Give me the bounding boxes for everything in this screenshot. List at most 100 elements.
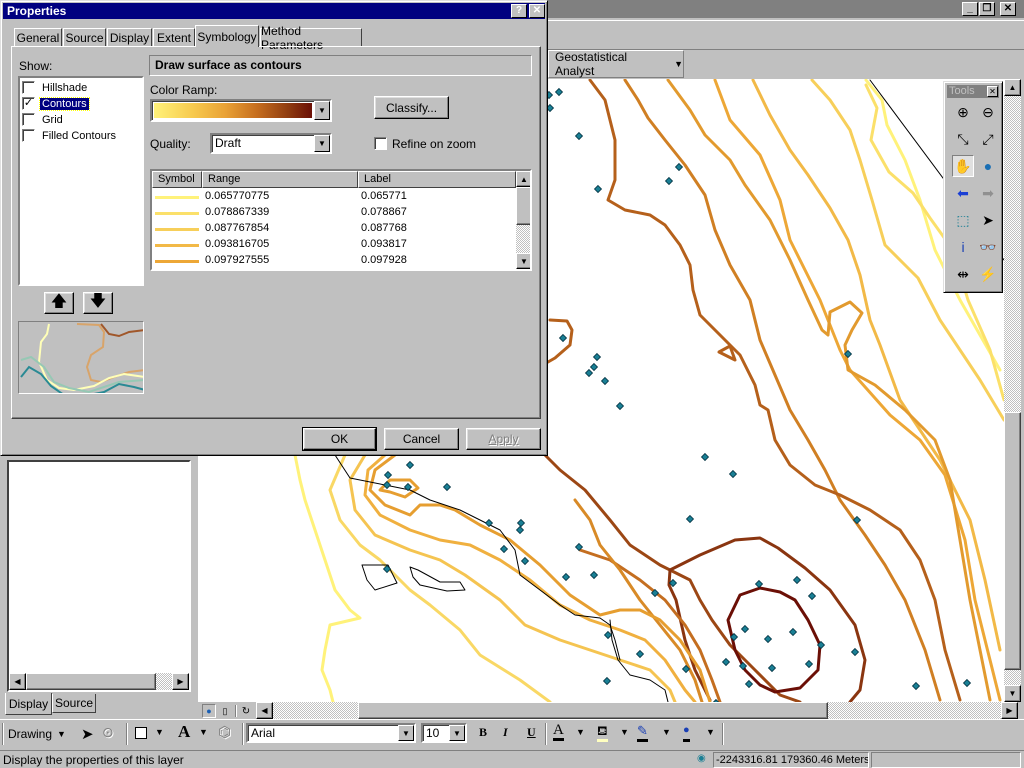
- label-value[interactable]: 0.093817: [361, 238, 407, 250]
- show-item-checkbox[interactable]: [22, 81, 35, 94]
- cancel-button[interactable]: Cancel: [384, 428, 459, 450]
- tab-general[interactable]: General: [14, 28, 62, 47]
- show-item-checkbox[interactable]: [22, 129, 35, 142]
- marker-color-button[interactable]: ●: [683, 722, 690, 742]
- toc-scroll-left-button[interactable]: ◀: [9, 673, 26, 690]
- symbol-swatch[interactable]: [155, 212, 199, 215]
- refresh-button[interactable]: ↻: [239, 704, 253, 718]
- chevron-down-icon[interactable]: ▼: [314, 101, 330, 120]
- map-vertical-scrollbar[interactable]: ▲ ▼: [1004, 79, 1021, 702]
- fixed-zoom-in-tool[interactable]: ⤡: [952, 128, 974, 150]
- edit-vertices-button[interactable]: ⌬: [218, 723, 231, 741]
- symbol-swatch[interactable]: [155, 244, 199, 247]
- label-value[interactable]: 0.097928: [361, 254, 407, 266]
- fill-color-dropdown[interactable]: ▼: [620, 727, 629, 737]
- identify-tool[interactable]: i: [952, 236, 974, 258]
- line-color-dropdown[interactable]: ▼: [662, 727, 671, 737]
- full-extent-globe-tool[interactable]: ●: [977, 155, 999, 177]
- select-elements-tool[interactable]: ➤: [977, 209, 999, 231]
- line-color-button[interactable]: ✎: [637, 722, 648, 742]
- apply-button[interactable]: Apply: [466, 428, 541, 450]
- toc-tab-display[interactable]: Display: [5, 693, 52, 715]
- italic-button[interactable]: I: [503, 725, 508, 740]
- table-vertical-scrollbar[interactable]: ▲ ▼: [516, 171, 530, 269]
- scroll-down-button[interactable]: ▼: [1004, 685, 1021, 702]
- show-item-checkbox[interactable]: [22, 113, 35, 126]
- font-color-button[interactable]: A: [553, 722, 564, 741]
- column-header-symbol[interactable]: Symbol: [152, 171, 202, 188]
- show-item-checkbox[interactable]: ✓: [22, 97, 35, 110]
- table-row[interactable]: 0.093816705 0.093817: [152, 237, 514, 253]
- chevron-down-icon[interactable]: ▼: [398, 725, 414, 741]
- rectangle-tool-dropdown[interactable]: ▼: [155, 727, 164, 737]
- underline-button[interactable]: U: [527, 725, 536, 740]
- zoom-in-tool[interactable]: ⊕: [952, 101, 974, 123]
- show-list[interactable]: Hillshade ✓ Contours Grid Filled Contours: [18, 76, 144, 286]
- quality-select[interactable]: Draft ▼: [210, 133, 332, 154]
- scroll-left-button[interactable]: ◀: [256, 702, 273, 719]
- back-arrow-tool[interactable]: ⬅: [952, 182, 974, 204]
- table-scroll-thumb[interactable]: [516, 187, 530, 225]
- help-button[interactable]: ?: [511, 4, 527, 18]
- toc-horizontal-scrollbar[interactable]: ◀ ▶: [9, 673, 189, 690]
- tools-titlebar[interactable]: Tools ✕: [947, 85, 999, 98]
- dialog-titlebar[interactable]: Properties ? ✕: [3, 3, 545, 19]
- ok-button[interactable]: OK: [302, 427, 377, 451]
- toc-tab-source[interactable]: Source: [52, 694, 96, 713]
- fixed-zoom-out-tool[interactable]: ⤢: [977, 128, 999, 150]
- symbol-swatch[interactable]: [155, 260, 199, 263]
- toc-layer-list[interactable]: ◀ ▶: [7, 460, 191, 692]
- column-header-range[interactable]: Range: [202, 171, 358, 188]
- new-text-button[interactable]: A: [178, 722, 190, 742]
- rectangle-tool-button[interactable]: [135, 727, 147, 739]
- tab-extent[interactable]: Extent: [153, 28, 195, 47]
- select-features-tool[interactable]: ⬚: [952, 209, 974, 231]
- column-header-label[interactable]: Label: [358, 171, 516, 188]
- classification-table[interactable]: Symbol Range Label 0.065770775 0.065771 0.…: [150, 169, 532, 271]
- show-item[interactable]: Filled Contours: [22, 128, 118, 143]
- chevron-down-icon[interactable]: ▼: [449, 725, 465, 741]
- show-item[interactable]: ✓ Contours: [22, 96, 90, 111]
- fill-color-button[interactable]: ⛾: [597, 722, 608, 742]
- refine-on-zoom-checkbox[interactable]: [374, 137, 387, 150]
- tools-close-button[interactable]: ✕: [987, 86, 998, 97]
- table-row[interactable]: 0.065770775 0.065771: [152, 189, 514, 205]
- label-value[interactable]: 0.087768: [361, 222, 407, 234]
- classify-button[interactable]: Classify...: [374, 96, 449, 119]
- horizontal-scroll-thumb[interactable]: [358, 702, 828, 719]
- table-scroll-up-button[interactable]: ▲: [516, 171, 530, 187]
- symbol-swatch[interactable]: [155, 228, 199, 231]
- find-binoculars-tool[interactable]: 👓: [977, 236, 999, 258]
- table-row[interactable]: 0.097927555 0.097928: [152, 253, 514, 269]
- hyperlink-tool[interactable]: ⚡: [977, 263, 999, 285]
- scroll-up-button[interactable]: ▲: [1004, 79, 1021, 96]
- bold-button[interactable]: B: [479, 725, 487, 740]
- table-scroll-down-button[interactable]: ▼: [516, 253, 530, 269]
- vertical-scroll-thumb[interactable]: [1004, 412, 1021, 670]
- toc-scroll-thumb[interactable]: [26, 673, 156, 690]
- tab-source[interactable]: Source: [63, 28, 106, 47]
- data-view-button[interactable]: ●: [202, 704, 216, 718]
- table-row[interactable]: 0.078867339 0.078867: [152, 205, 514, 221]
- horizontal-scroll-track[interactable]: [273, 702, 1001, 719]
- rotate-button[interactable]: ⊙: [102, 724, 114, 741]
- table-row[interactable]: 0.087767854 0.087768: [152, 221, 514, 237]
- label-value[interactable]: 0.078867: [361, 206, 407, 218]
- chevron-down-icon[interactable]: ▼: [314, 135, 330, 152]
- font-color-dropdown[interactable]: ▼: [576, 727, 585, 737]
- geostatistical-analyst-menu[interactable]: Geostatistical Analyst ▼: [548, 50, 684, 78]
- toc-scroll-right-button[interactable]: ▶: [172, 673, 189, 690]
- app-close-button[interactable]: ✕: [1000, 2, 1016, 16]
- show-item[interactable]: Grid: [22, 112, 65, 127]
- tab-display[interactable]: Display: [107, 28, 152, 47]
- symbol-swatch[interactable]: [155, 196, 199, 199]
- move-down-button[interactable]: 🡇: [83, 292, 113, 314]
- select-elements-button[interactable]: ➤: [81, 725, 94, 743]
- tab-symbology[interactable]: Symbology: [195, 25, 259, 47]
- font-name-select[interactable]: Arial ▼: [246, 723, 416, 743]
- zoom-out-tool[interactable]: ⊖: [977, 101, 999, 123]
- color-ramp-select[interactable]: ▼: [150, 99, 332, 122]
- label-value[interactable]: 0.065771: [361, 190, 407, 202]
- marker-color-dropdown[interactable]: ▼: [706, 727, 715, 737]
- dialog-close-button[interactable]: ✕: [529, 4, 545, 18]
